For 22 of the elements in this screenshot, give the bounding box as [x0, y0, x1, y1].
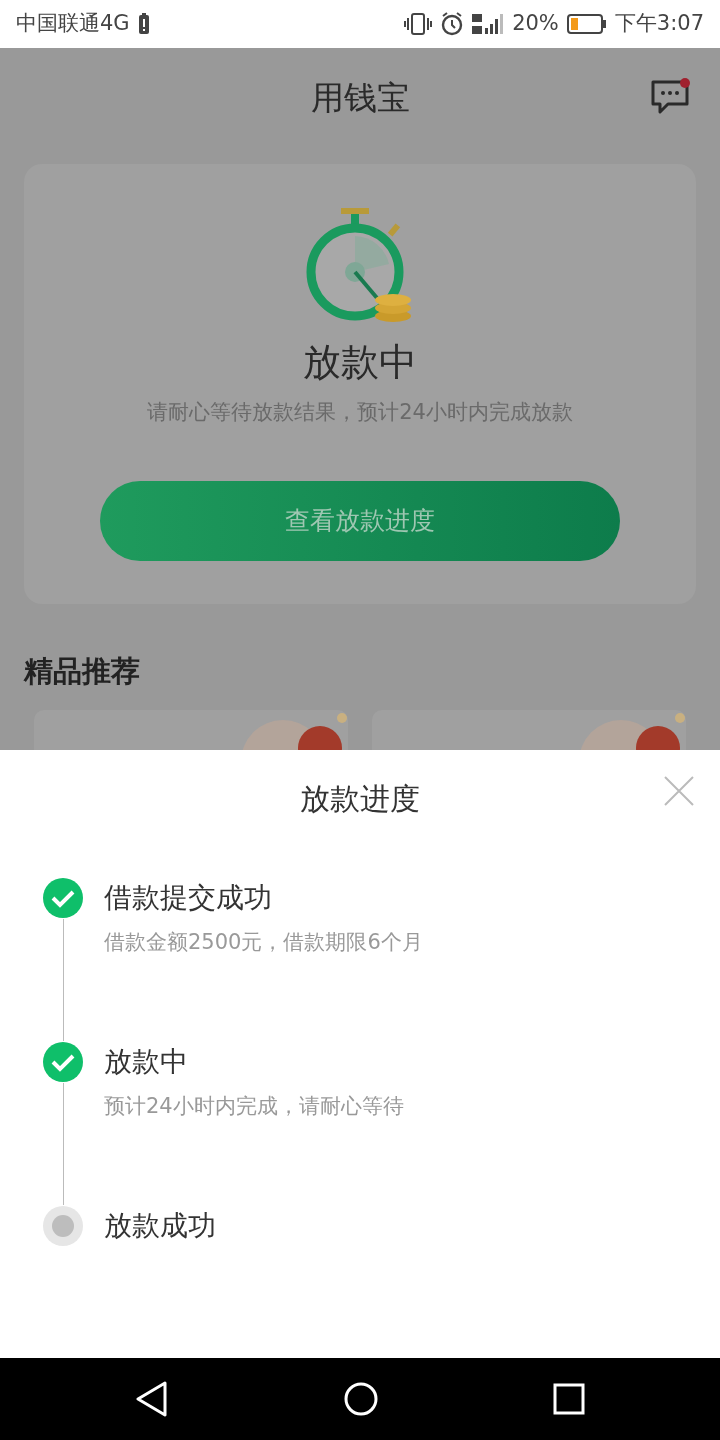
- step-title: 借款提交成功: [104, 880, 273, 916]
- step-detail: 预计24小时内完成，请耐心等待: [104, 1093, 404, 1120]
- step-title: 放款中: [104, 1044, 189, 1080]
- carrier-name: 中国联通4G: [16, 10, 130, 38]
- page-title: 用钱宝: [310, 77, 410, 120]
- close-icon: [664, 776, 694, 806]
- step-title: 放款成功: [104, 1208, 216, 1244]
- back-icon[interactable]: [135, 1381, 169, 1417]
- battery-percent: 20%: [512, 10, 559, 38]
- signal-icon: [472, 12, 505, 36]
- battery-alert-icon: [137, 13, 150, 35]
- view-progress-button[interactable]: 查看放款进度: [100, 480, 620, 561]
- battery-icon: [566, 13, 607, 35]
- status-title: 放款中: [303, 339, 417, 386]
- step-detail: 借款金额2500元，借款期限6个月: [104, 929, 423, 956]
- alarm-icon: [440, 12, 465, 36]
- sheet-title: 放款进度: [300, 780, 420, 818]
- home-icon[interactable]: [343, 1381, 379, 1417]
- vibrate-icon: [404, 12, 433, 36]
- recents-icon[interactable]: [553, 1383, 585, 1415]
- section-heading: 精品推荐: [24, 653, 141, 690]
- status-time: 下午3:07: [614, 10, 704, 38]
